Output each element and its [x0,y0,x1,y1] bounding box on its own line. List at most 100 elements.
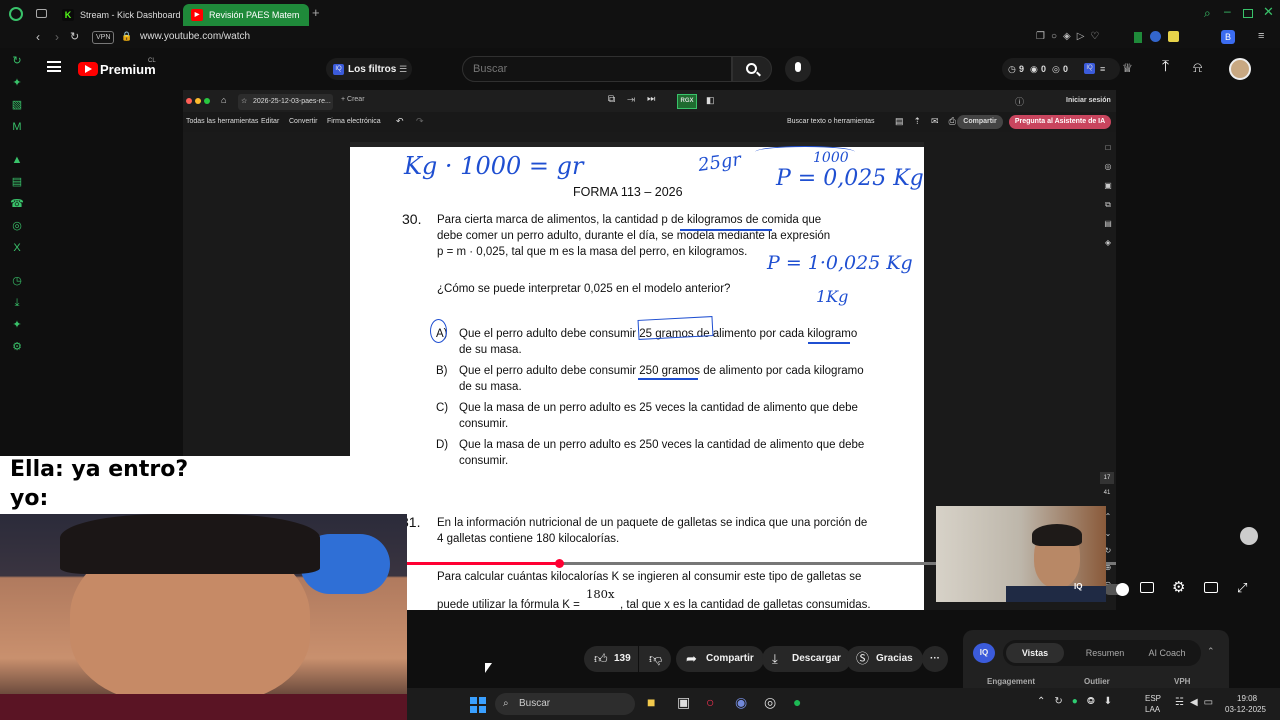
network-volume-battery-icons[interactable]: ☵◀▭ [1175,697,1219,708]
more-actions-button[interactable]: ··· [922,646,948,672]
menu-convert[interactable]: Convertir [289,118,317,125]
spotify-icon[interactable]: ● [793,694,801,710]
page-number[interactable]: 17 [1100,472,1114,484]
extension-green-icon[interactable] [1134,32,1142,43]
sidebar-history-icon[interactable]: ◷ [10,274,24,288]
extension-blue-icon[interactable] [1150,31,1161,42]
video-scrubber-handle[interactable] [555,559,564,568]
extension-stats-pill[interactable]: ◷ 9 ◉ 0 ◎ 0 IQ ≡ [1002,58,1120,80]
autoplay-toggle[interactable] [1104,583,1129,596]
pdf-login[interactable]: Iniciar sesión [1066,97,1111,104]
back-icon[interactable]: ‹ [36,30,40,44]
lang-indicator-2[interactable]: LAA [1145,705,1160,714]
sidebar-twitch-icon[interactable]: ▤ [10,175,24,189]
opera-gx-icon[interactable]: ○ [706,694,714,710]
minimize-icon[interactable]: – [1224,4,1231,18]
sidebar-download-icon[interactable]: ⤓ [10,296,24,310]
fullscreen-icon[interactable]: ⤢ [1237,580,1247,596]
subtitles-icon[interactable] [1140,582,1154,593]
app-icon[interactable]: ◎ [764,694,776,711]
opera-logo-icon[interactable] [9,7,23,21]
pdf-ai-button[interactable]: Pregunta al Asistente de IA [1009,115,1111,129]
kick-icon: K [62,9,74,21]
undo-icon[interactable]: ↶ [396,116,404,127]
channel-watermark-icon[interactable] [1240,527,1258,545]
forward-icon[interactable]: › [55,30,59,44]
layout-icon[interactable]: ◧ [706,95,715,106]
help-icon[interactable]: ⓘ [1015,95,1024,108]
rgx-badge[interactable]: RGX [677,94,697,109]
sidebar-refresh-icon[interactable]: ↻ [10,54,24,68]
sidebar-hub-icon[interactable]: ✦ [10,76,24,90]
thumbs-up-icon: 👍︎ [594,651,608,666]
pdf-toolbar: Todas las herramientas Editar Convertir … [183,112,1116,132]
file-explorer-icon[interactable]: ■ [647,694,655,710]
tray-icons[interactable]: ⌃↻●⭗⬇ [1037,696,1121,707]
sidebar-extensions-icon[interactable]: ✦ [10,318,24,332]
menu-edit[interactable]: Editar [261,118,279,125]
home-icon[interactable]: ⌂ [221,95,226,105]
store-icon[interactable]: ▣ [677,694,690,711]
url-field[interactable]: www.youtube.com/watch [140,31,250,42]
lang-indicator-1[interactable]: ESP [1145,694,1161,703]
voice-search-button[interactable] [785,56,811,82]
miniplayer-icon[interactable] [1204,582,1218,593]
search-box[interactable] [462,56,732,82]
sidebar-instagram-icon[interactable]: ◎ [10,219,24,233]
pdf-icons-row[interactable]: ▤⇡✉⎙ [895,116,966,127]
sidebar-m-icon[interactable]: M [10,120,24,134]
pdf-tool-icons[interactable]: ⧉⇥⏭ [608,94,667,105]
thanks-button[interactable]: Ⓢ Gracias [846,646,923,672]
youtube-logo-icon[interactable] [78,62,98,76]
sidebar-x-icon[interactable]: X [10,241,24,255]
pdf-side-tools[interactable]: □ ◎ ▣ ⧉ ▤ ◈ [1101,138,1115,252]
trophy-icon[interactable]: ♕ [1122,61,1133,75]
new-pdf-tab[interactable]: + Crear [341,96,365,103]
redo-icon[interactable]: ↷ [416,116,424,127]
like-button[interactable]: 👍︎ 139 [584,646,638,672]
clock-date[interactable]: 03-12-2025 [1225,705,1266,714]
menu-sign[interactable]: Firma electrónica [327,118,381,125]
sidebar-aria-icon[interactable]: ▲ [10,153,24,167]
user-avatar[interactable] [1229,58,1251,80]
tab-youtube-active[interactable]: ▶ Revisión PAES Matem [183,4,309,26]
panel-collapse-icon[interactable]: ⌃ [1207,646,1215,657]
sidebar-whatsapp-icon[interactable]: ☎ [10,197,24,211]
dislike-button[interactable]: 👎︎ [639,646,671,672]
notifications-bell-icon[interactable]: ⍾ [1193,59,1202,76]
search-tabs-icon[interactable]: ⌕ [1204,6,1211,21]
new-tab-plus-icon[interactable]: + [312,5,320,20]
discord-icon[interactable]: ◉ [735,694,747,711]
panel-tab-vistas[interactable]: Vistas [1006,643,1064,663]
handwriting-25gr: 25gr [696,149,743,176]
menu-all-tools[interactable]: Todas las herramientas [186,118,258,125]
tab-kick-dashboard[interactable]: K Stream - Kick Dashboard [54,4,180,26]
menu-icon[interactable]: ≡ [1258,30,1264,42]
reload-icon[interactable]: ↻ [70,30,79,43]
search-input[interactable] [473,62,713,76]
vpn-badge[interactable]: VPN [92,31,115,44]
pdf-search-tools[interactable]: Buscar texto o herramientas [787,118,875,125]
windows-start-icon[interactable] [470,697,486,713]
clock-time[interactable]: 19:08 [1237,694,1257,703]
sidebar-settings-icon[interactable]: ⚙ [10,340,24,354]
download-button[interactable]: ⤓ Descargar [762,646,851,672]
profile-b-avatar[interactable]: B [1221,30,1235,44]
search-button[interactable] [732,56,772,82]
taskbar-search[interactable]: ⌕ Buscar [495,693,635,715]
pdf-tab[interactable]: ☆ 2026-25-12-03-paes-re... [238,94,333,110]
sidebar-wallet-icon[interactable]: ▧ [10,98,24,112]
settings-gear-icon[interactable]: ⚙ [1172,578,1185,596]
pdf-share-button[interactable]: Compartir [957,115,1003,129]
extension-yellow-icon[interactable] [1168,31,1179,42]
tab-overview-icon[interactable] [36,9,47,18]
panel-tab-ai-coach[interactable]: AI Coach [1137,643,1197,663]
share-button[interactable]: ➦ Compartir [676,646,764,672]
filters-chip[interactable]: IQ Los filtros ☰ [326,58,412,80]
maximize-icon[interactable] [1243,9,1253,18]
hamburger-menu-icon[interactable] [47,61,61,72]
extensions-row: ❐○◈▷♡ [1036,31,1106,42]
upload-icon[interactable]: ⤒ [1162,58,1169,76]
panel-tab-resumen[interactable]: Resumen [1075,643,1135,663]
close-window-icon[interactable]: ✕ [1263,4,1274,20]
